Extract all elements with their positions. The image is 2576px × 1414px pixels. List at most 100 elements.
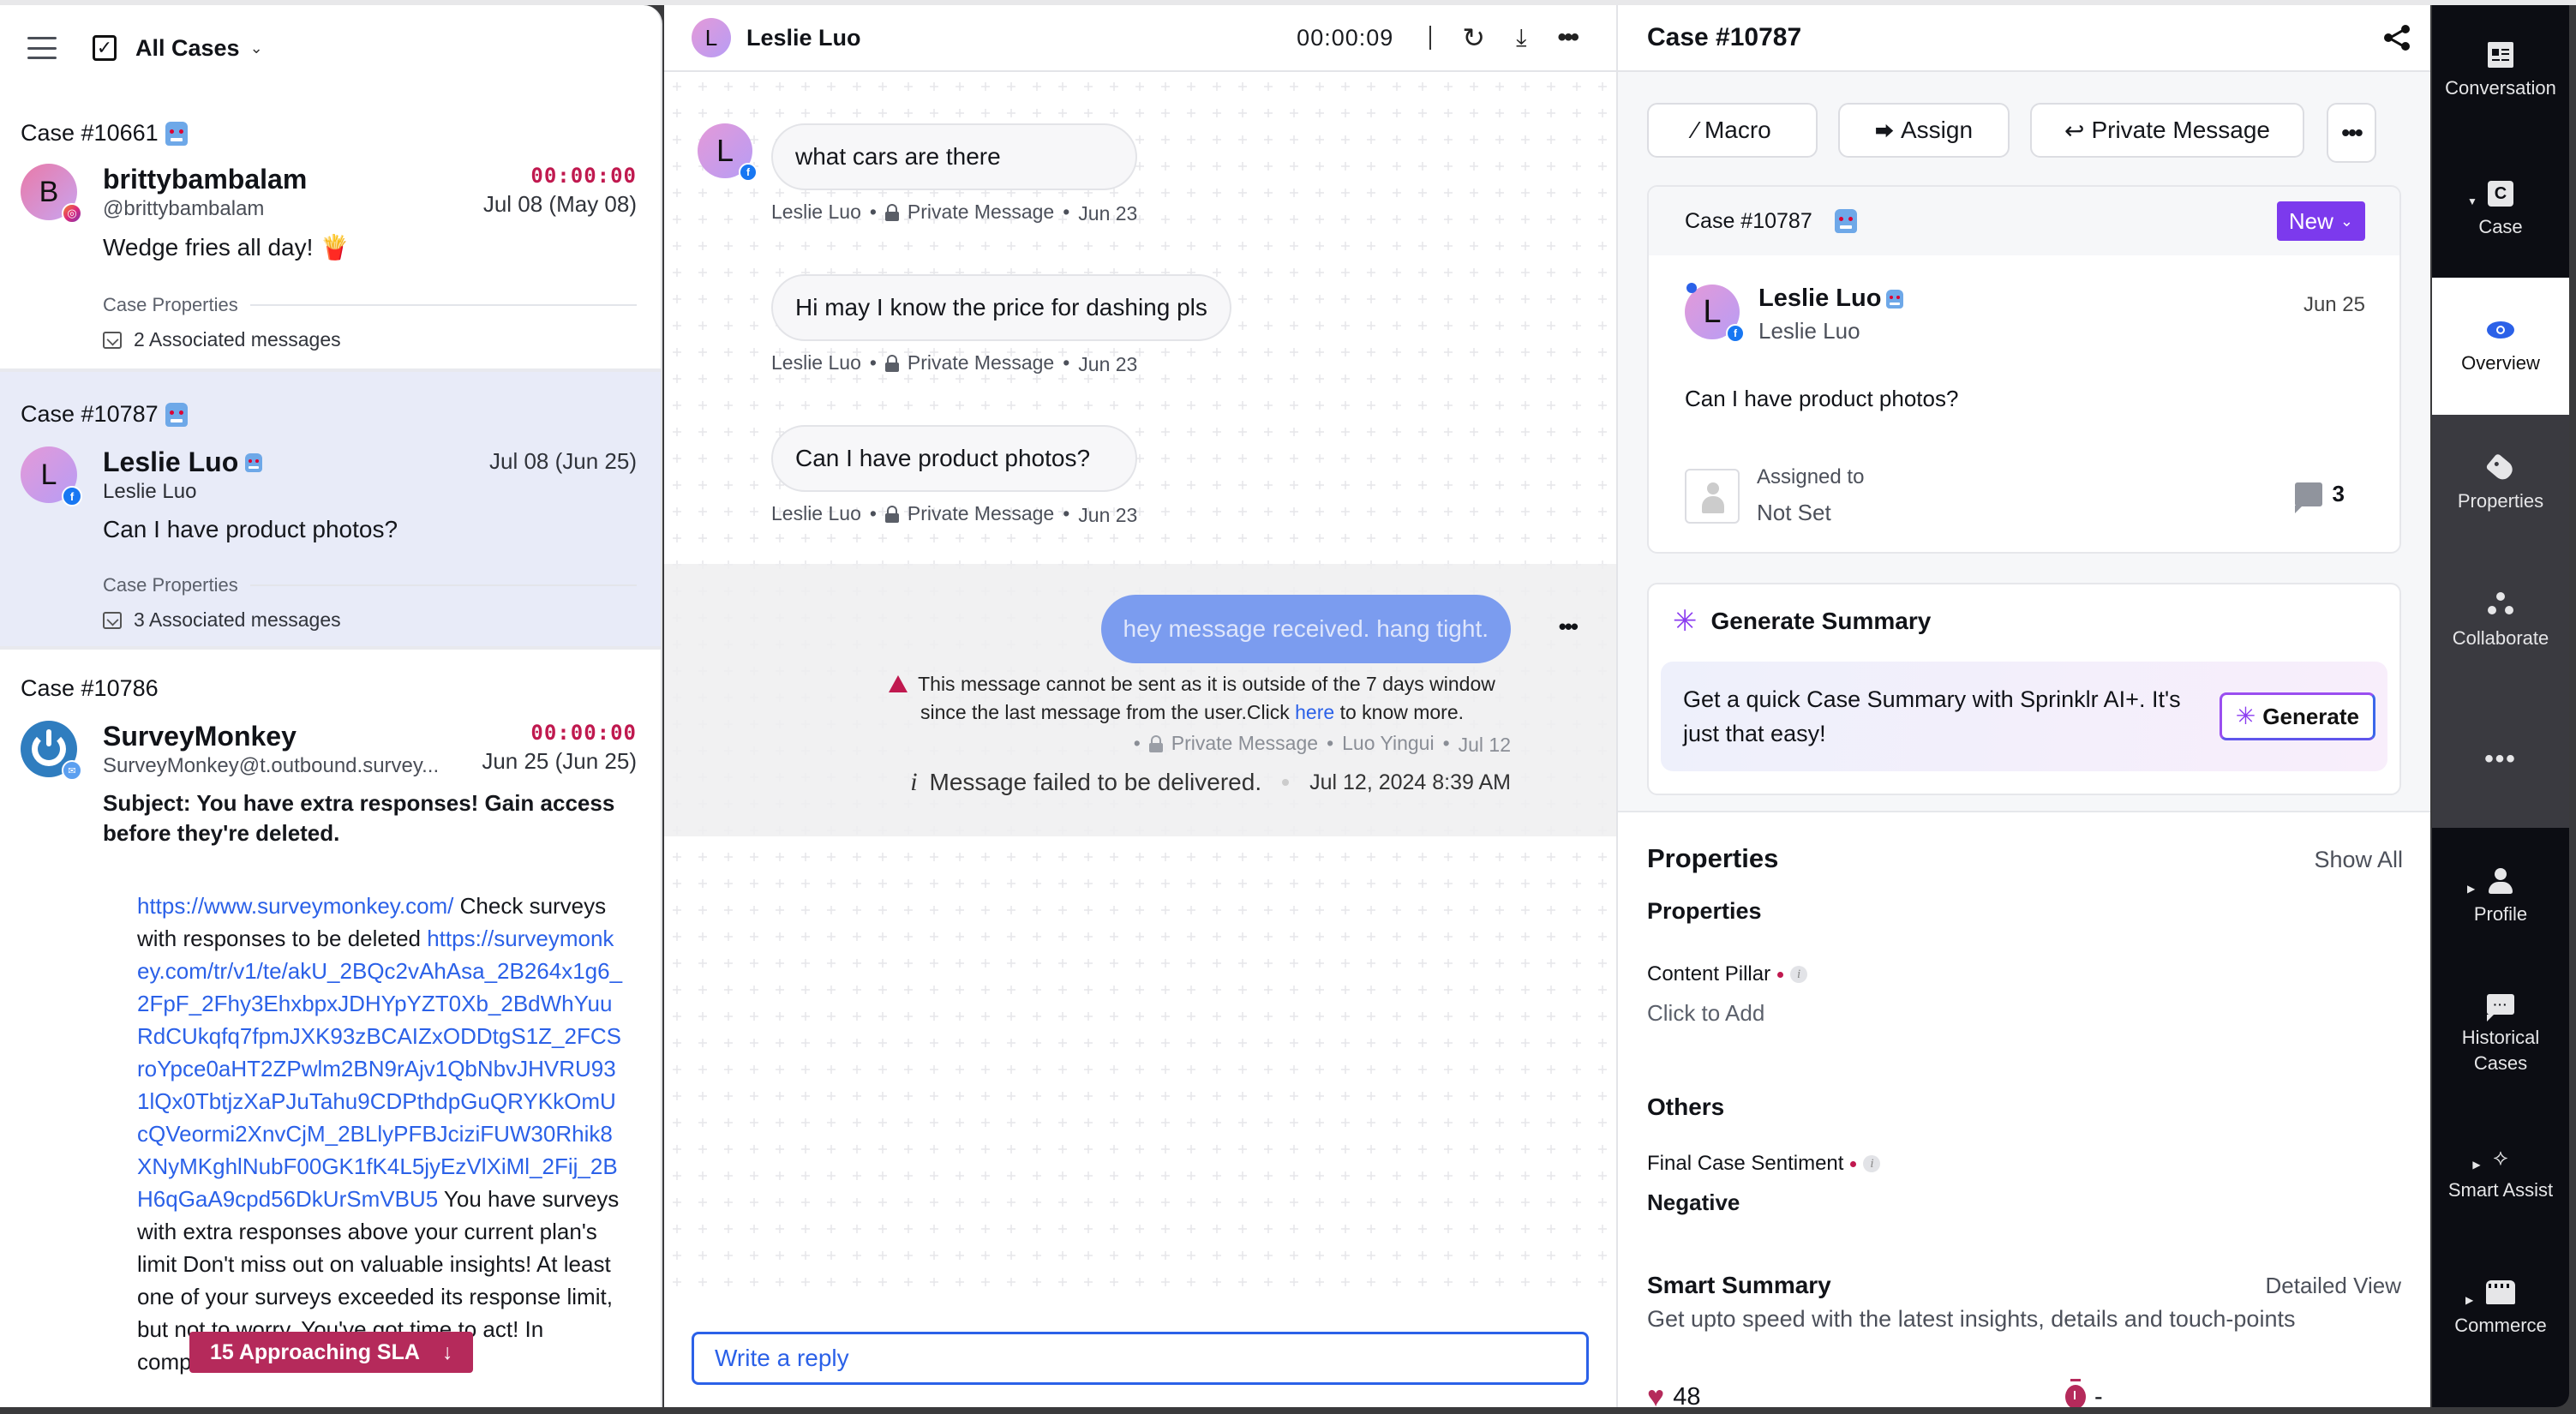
bot-icon	[245, 452, 263, 472]
collaborate-icon	[2488, 592, 2513, 618]
menu-icon[interactable]	[27, 37, 57, 59]
final-case-sentiment-value[interactable]: Negative	[1647, 1189, 2403, 1216]
associated-messages-count[interactable]: 2 Associated messages	[134, 328, 341, 351]
associated-messages-count[interactable]: 3 Associated messages	[134, 608, 341, 632]
case-date: Jun 25 (Jun 25)	[482, 748, 637, 774]
rail-item-collaborate[interactable]: Collaborate	[2432, 591, 2569, 651]
macro-button[interactable]: ⁄ Macro	[1647, 103, 1818, 158]
avatar: L	[692, 18, 731, 57]
rail-item-commerce[interactable]: ▶ Commerce	[2432, 1279, 2569, 1339]
separator-dot: •	[869, 201, 877, 223]
rail-item-more[interactable]: •••	[2432, 746, 2569, 780]
sparkle-icon: ✳	[2235, 703, 2256, 729]
comments-count[interactable]: 3	[2294, 481, 2345, 513]
warning-icon	[889, 675, 908, 692]
stopwatch-icon	[2065, 1379, 2086, 1407]
email-body: https://www.surveymonkey.com/ Check surv…	[137, 890, 626, 1378]
assignee-avatar-placeholder[interactable]	[1685, 468, 1740, 524]
more-actions-button[interactable]: •••	[2327, 103, 2376, 163]
surveymonkey-logo-icon	[32, 729, 66, 766]
approaching-sla-button[interactable]: 15 Approaching SLA ↓	[189, 1332, 474, 1373]
assigned-to-value[interactable]: Not Set	[1757, 500, 1864, 526]
content-pillar-label: Content Pillar	[1647, 962, 1771, 986]
storefront-icon	[2486, 1280, 2515, 1304]
properties-group-title: Properties	[1647, 898, 1762, 924]
generate-button[interactable]: ✳ Generate	[2219, 692, 2375, 740]
generate-summary-card: ✳ Generate Summary Get a quick Case Summ…	[1647, 583, 2401, 795]
share-icon[interactable]	[2384, 25, 2410, 51]
rail-item-label: Commerce	[2454, 1315, 2547, 1336]
message-author: Luo Yingui	[1342, 732, 1435, 754]
bot-icon	[165, 402, 188, 427]
info-icon[interactable]: i	[1790, 966, 1808, 983]
customer-name[interactable]: Leslie Luo	[1758, 285, 1881, 313]
separator-dot: •	[1442, 732, 1450, 754]
info-icon[interactable]: i	[1863, 1155, 1881, 1172]
generate-summary-title: Generate Summary	[1710, 608, 1932, 634]
select-all-checkbox-icon[interactable]: ✓	[93, 35, 117, 61]
associated-messages-icon	[103, 611, 122, 629]
rail-item-historical-cases[interactable]: ··· Historical Cases	[2432, 991, 2569, 1076]
rail-item-smart-assist[interactable]: ▶ ⟡ Smart Assist	[2432, 1143, 2569, 1203]
outgoing-message-bubble[interactable]: hey message received. hang tight.	[1100, 595, 1511, 663]
avatar-letter: L	[704, 24, 718, 51]
separator-dot: •	[1063, 502, 1070, 524]
rail-item-label: Collaborate	[2452, 627, 2549, 649]
message-more-icon[interactable]: •••	[1559, 614, 1579, 640]
reply-input[interactable]	[692, 1332, 1589, 1385]
case-list-item-selected[interactable]: Case #10787 L f Leslie Luo Leslie Luo Ju…	[0, 372, 661, 646]
detailed-view-link[interactable]: Detailed View	[2265, 1273, 2401, 1299]
rail-item-case[interactable]: ▼ C Case	[2432, 180, 2569, 240]
email-link[interactable]: https://www.surveymonkey.com/	[137, 893, 453, 919]
reply-icon: ↩	[2064, 117, 2085, 144]
profile-icon	[2488, 868, 2513, 894]
content-pillar-value[interactable]: Click to Add	[1647, 1000, 2403, 1027]
message-type: Private Message	[907, 502, 1055, 524]
case-status-dropdown[interactable]: New ⌄	[2276, 201, 2365, 241]
separator-dot: •	[869, 351, 877, 374]
message-type: Private Message	[907, 201, 1055, 223]
case-list-item[interactable]: Case #10786 ✉ SurveyMonkey SurveyMonkey@…	[0, 650, 661, 1407]
private-message-button[interactable]: ↩ Private Message	[2030, 103, 2304, 158]
lock-icon	[884, 203, 899, 221]
message-bubble[interactable]: Hi may I know the price for dashing pls	[771, 274, 1231, 341]
avatar-letter: L	[1703, 293, 1722, 330]
chevron-down-icon[interactable]: ⌄	[250, 39, 263, 57]
rail-item-overview[interactable]: Overview	[2432, 278, 2569, 415]
customer-name: brittybambalam	[103, 164, 308, 195]
case-icon: C	[2488, 181, 2513, 207]
case-filter-dropdown[interactable]: All Cases	[135, 35, 240, 62]
customer-handle: Leslie Luo	[103, 480, 197, 503]
customer-name: Leslie Luo	[103, 446, 239, 477]
rail-item-conversation[interactable]: Conversation	[2432, 41, 2569, 101]
message-date: Jun 23	[1078, 504, 1138, 526]
more-icon[interactable]: •••	[1557, 25, 1579, 51]
message-bubble[interactable]: what cars are there	[771, 123, 1138, 190]
rail-item-label: Properties	[2457, 490, 2544, 512]
scroll-to-top-icon[interactable]: ⤓	[1516, 26, 1526, 50]
rail-item-properties[interactable]: Properties	[2432, 452, 2569, 514]
avatar-letter: L	[40, 458, 57, 491]
show-all-link[interactable]: Show All	[2314, 847, 2403, 873]
message-bubble[interactable]: Can I have product photos?	[771, 425, 1138, 492]
customer-name: SurveyMonkey	[103, 721, 297, 752]
message-author: Leslie Luo	[771, 201, 861, 223]
rail-item-label: Historical Cases	[2461, 1027, 2540, 1074]
caret-right-icon: ▶	[2467, 883, 2476, 895]
case-date: Jun 25	[2303, 293, 2365, 316]
rail-item-profile[interactable]: ▶ Profile	[2432, 867, 2569, 927]
arrow-down-icon: ↓	[441, 1339, 453, 1364]
avatar: B ◎	[21, 164, 82, 224]
avatar: L f	[698, 123, 758, 182]
case-summary-card: Case #10787 New ⌄ L f Leslie Luo Leslie …	[1647, 185, 2401, 554]
message-type: Private Message	[907, 351, 1055, 374]
assign-button[interactable]: ⮕ Assign	[1838, 103, 2010, 158]
email-link[interactable]: https://surveymonkey.com/tr/v1/te/akU_2B…	[137, 926, 622, 1212]
message-author: Leslie Luo	[771, 351, 861, 374]
warning-link[interactable]: here	[1295, 701, 1334, 723]
refresh-icon[interactable]: ↻	[1462, 24, 1485, 51]
facebook-icon: f	[1726, 324, 1745, 343]
case-list-item[interactable]: Case #10661 B ◎ brittybambalam @brittyba…	[0, 91, 661, 368]
lock-icon	[884, 354, 899, 372]
case-id: Case #10786	[21, 675, 159, 701]
